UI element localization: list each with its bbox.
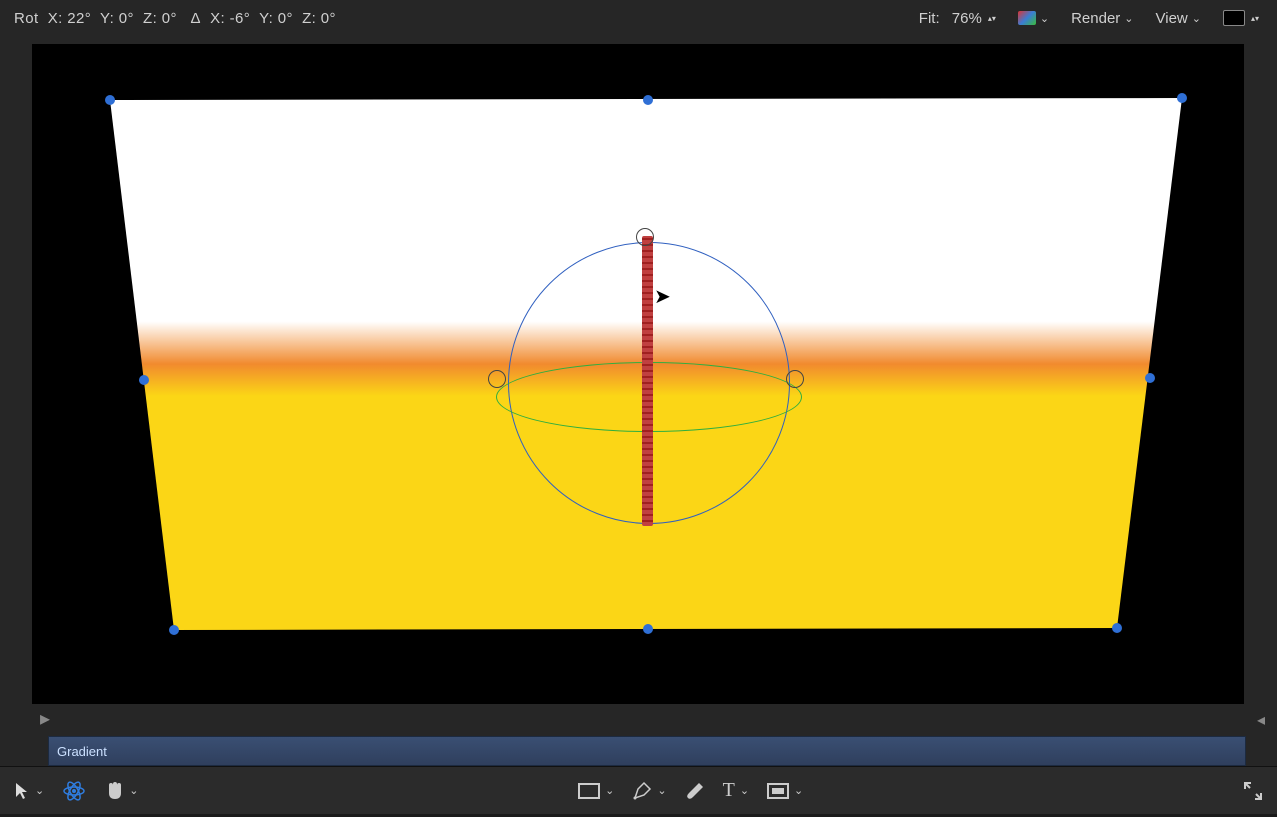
selection-handle-tr[interactable] (1177, 93, 1187, 103)
selection-handle-tl[interactable] (105, 95, 115, 105)
chevron-down-icon: ⌄ (740, 784, 749, 797)
canvas-black-frame: ➤ (32, 44, 1244, 704)
gizmo-anchor-top[interactable] (636, 228, 654, 246)
canvas-toolbar: ⌄ ⌄ ⌄ ⌄ T ⌄ ⌄ (0, 766, 1277, 814)
expand-icon (1243, 781, 1263, 801)
mask-icon (767, 783, 789, 799)
atom-icon (62, 779, 86, 803)
gizmo-anchor-right[interactable] (786, 370, 804, 388)
rectangle-tool[interactable]: ⌄ (578, 783, 614, 799)
3d-transform-tool[interactable] (62, 779, 86, 803)
chevron-down-icon: ⌄ (35, 784, 44, 797)
background-dropdown[interactable]: ▴▾ (1219, 8, 1263, 28)
chevron-down-icon: ⌄ (129, 784, 138, 797)
gizmo-anchor-left[interactable] (488, 370, 506, 388)
rectangle-icon (578, 783, 600, 799)
chevron-down-icon: ⌄ (794, 784, 803, 797)
pen-tool[interactable]: ⌄ (632, 781, 666, 801)
mini-timeline[interactable]: ▸ ◂ (0, 706, 1277, 736)
timeline-track[interactable]: Gradient (0, 736, 1277, 766)
out-point-marker-icon[interactable]: ◂ (1257, 710, 1265, 730)
clip-label: Gradient (57, 744, 107, 759)
canvas-viewport[interactable]: ➤ (0, 36, 1277, 706)
fit-zoom-dropdown[interactable]: Fit: 76% ▴▾ (915, 8, 1000, 29)
stepper-icon: ▴▾ (988, 15, 996, 22)
selection-handle-br[interactable] (1112, 623, 1122, 633)
stepper-icon: ▴▾ (1251, 15, 1259, 22)
brush-icon (685, 781, 705, 801)
rotation-ring-x-active[interactable] (642, 236, 653, 526)
chevron-down-icon: ⌄ (1040, 12, 1049, 25)
color-chip-icon (1018, 11, 1036, 25)
hand-icon (104, 781, 124, 801)
text-icon: T (723, 779, 735, 802)
view-dropdown[interactable]: View ⌄ (1152, 8, 1205, 29)
viewer-top-bar: Rot X: 22° Y: 0° Z: 0° Δ X: -6° Y: 0° Z:… (0, 0, 1277, 36)
brush-tool[interactable] (685, 781, 705, 801)
selection-handle-bottom[interactable] (643, 624, 653, 634)
mouse-cursor-icon: ➤ (654, 284, 671, 309)
chevron-down-icon: ⌄ (1192, 12, 1201, 25)
selection-handle-bl[interactable] (169, 625, 179, 635)
pen-icon (632, 781, 652, 801)
selection-handle-top[interactable] (643, 95, 653, 105)
mask-tool[interactable]: ⌄ (767, 783, 803, 799)
render-dropdown[interactable]: Render ⌄ (1067, 8, 1137, 29)
chevron-down-icon: ⌄ (657, 784, 666, 797)
in-point-marker-icon[interactable]: ▸ (40, 706, 50, 731)
clip-gradient[interactable]: Gradient (48, 736, 1246, 766)
background-swatch-icon (1223, 10, 1245, 26)
chevron-down-icon: ⌄ (1124, 12, 1133, 25)
pointer-icon (14, 782, 30, 800)
chevron-down-icon: ⌄ (605, 784, 614, 797)
rotation-readout: Rot X: 22° Y: 0° Z: 0° Δ X: -6° Y: 0° Z:… (14, 10, 336, 27)
color-channel-dropdown[interactable]: ⌄ (1014, 9, 1053, 27)
pan-tool[interactable]: ⌄ (104, 781, 138, 801)
rotation-gizmo-3d[interactable]: ➤ (508, 242, 788, 522)
selection-handle-right[interactable] (1145, 373, 1155, 383)
selection-handle-left[interactable] (139, 375, 149, 385)
text-tool[interactable]: T ⌄ (723, 779, 749, 802)
track-header-gap (0, 736, 48, 766)
expand-tool[interactable] (1243, 781, 1263, 801)
select-tool[interactable]: ⌄ (14, 782, 44, 800)
